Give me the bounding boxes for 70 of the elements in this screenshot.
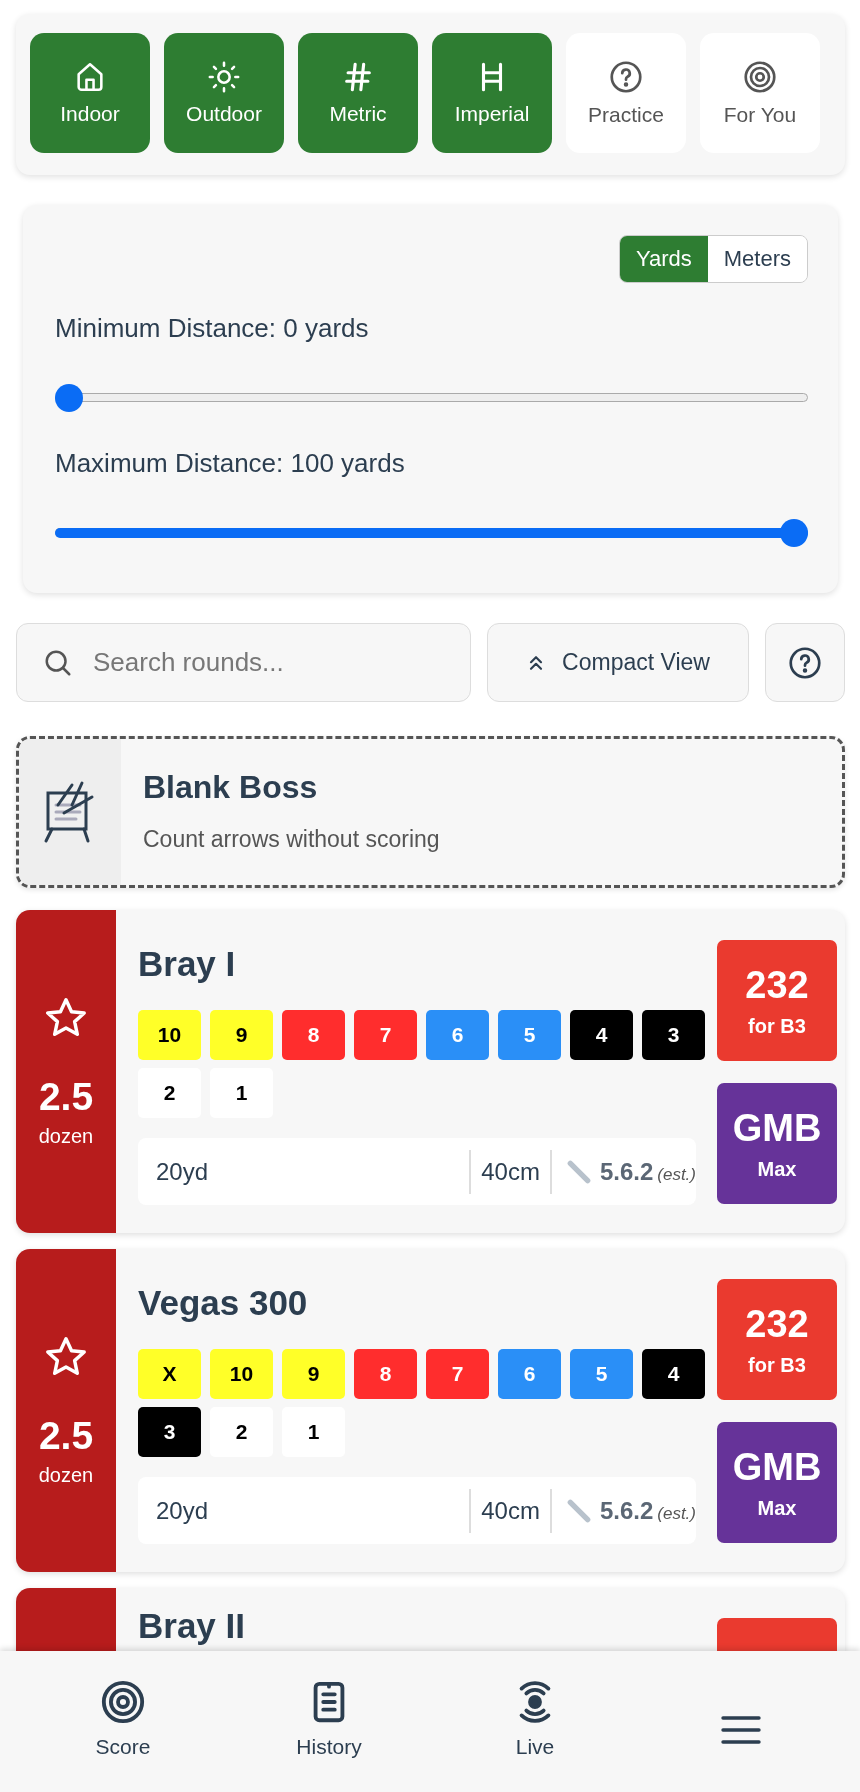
- sun-icon: [207, 60, 241, 94]
- target-score-badge: 232 for B3: [717, 940, 837, 1061]
- score-chip: X: [138, 1349, 201, 1399]
- round-title: Blank Boss: [143, 769, 319, 806]
- nav-tab[interactable]: History: [226, 1651, 432, 1792]
- distance-text: 20yd: [155, 1157, 210, 1186]
- score-chip: 7: [354, 1010, 417, 1060]
- score-chip: 8: [282, 1010, 345, 1060]
- score-chip: 9: [282, 1349, 345, 1399]
- arrow-count: 2.5: [38, 1414, 94, 1458]
- distance-slider[interactable]: [55, 384, 808, 412]
- round-card[interactable]: 2.5 dozen Bray I 10 9 8 7 6 5 4 3 2 1 20yd 40cm 5.6.2 (est.) 232 for B3 GMB Max: [16, 910, 845, 1233]
- score-chip: 5: [498, 1010, 561, 1060]
- filter-button[interactable]: Outdoor: [164, 33, 284, 153]
- distance-text: 20yd: [155, 1496, 210, 1525]
- score-chip: 4: [570, 1010, 633, 1060]
- score-chip: 3: [138, 1407, 201, 1457]
- round-title: Bray I: [138, 944, 237, 984]
- face-size-text: 40cm: [469, 1488, 552, 1533]
- filter-button[interactable]: For You: [700, 33, 820, 153]
- target-score-badge: 232 for B3: [717, 1279, 837, 1400]
- arrow-size-text: 5.6.2 (est.): [599, 1157, 696, 1186]
- score-chip: 9: [210, 1010, 273, 1060]
- help-icon: [608, 59, 644, 95]
- score-chip: 6: [498, 1349, 561, 1399]
- search-box[interactable]: Search rounds...: [16, 623, 471, 702]
- filter-button[interactable]: Practice: [566, 33, 686, 153]
- score-chip: 10: [210, 1349, 273, 1399]
- menu-icon: [720, 1715, 762, 1745]
- unit-option[interactable]: Meters: [707, 236, 807, 282]
- slider-thumb[interactable]: [55, 384, 83, 412]
- arrow-count-unit: dozen: [38, 1464, 94, 1487]
- score-chip: 7: [426, 1349, 489, 1399]
- slider-thumb[interactable]: [780, 519, 808, 547]
- classification-badge: GMB Max: [717, 1422, 837, 1543]
- slider-label: Minimum Distance: 0 yards: [55, 313, 370, 344]
- nav-tab[interactable]: Score: [20, 1651, 226, 1792]
- filter-button[interactable]: Imperial: [432, 33, 552, 153]
- score-chip: 3: [642, 1010, 705, 1060]
- round-description: Count arrows without scoring: [143, 826, 440, 853]
- round-card[interactable]: 2.5 dozen Vegas 300 X 10 9 8 7 6 5 4 3 2 1 20yd 40cm 5.6.2 (est.) 232 for B3 GMB Max: [16, 1249, 845, 1572]
- arrow-size-text: 5.6.2 (est.): [599, 1496, 696, 1525]
- nav-tab[interactable]: Live: [432, 1651, 638, 1792]
- help-button[interactable]: [765, 623, 845, 702]
- face-size-text: 40cm: [469, 1149, 552, 1194]
- round-title: Vegas 300: [138, 1283, 309, 1323]
- target-icon: [100, 1679, 146, 1725]
- filter-button[interactable]: Metric: [298, 33, 418, 153]
- arrow-count-unit: dozen: [38, 1125, 94, 1148]
- filter-button[interactable]: Indoor: [30, 33, 150, 153]
- blank-round-card[interactable]: Blank Boss Count arrows without scoring: [16, 736, 845, 888]
- score-chip: 8: [354, 1349, 417, 1399]
- target-icon: [742, 59, 778, 95]
- score-chip: 1: [210, 1068, 273, 1118]
- score-chip: 5: [570, 1349, 633, 1399]
- help-icon: [787, 644, 824, 681]
- classification-badge: GMB Max: [717, 1083, 837, 1204]
- search-input[interactable]: Search rounds...: [93, 647, 433, 678]
- score-chip: 6: [426, 1010, 489, 1060]
- compact-view-button[interactable]: Compact View: [486, 623, 750, 702]
- score-chip: 1: [282, 1407, 345, 1457]
- unit-option[interactable]: Yards: [619, 236, 708, 282]
- arrow-count: 2.5: [38, 1075, 94, 1119]
- score-chip: 10: [138, 1010, 201, 1060]
- slider-label: Maximum Distance: 100 yards: [55, 448, 406, 479]
- score-chip: 4: [642, 1349, 705, 1399]
- score-chip: 2: [210, 1407, 273, 1457]
- round-title: Bray II: [138, 1606, 246, 1646]
- score-chip: 2: [138, 1068, 201, 1118]
- distance-slider[interactable]: [55, 519, 808, 547]
